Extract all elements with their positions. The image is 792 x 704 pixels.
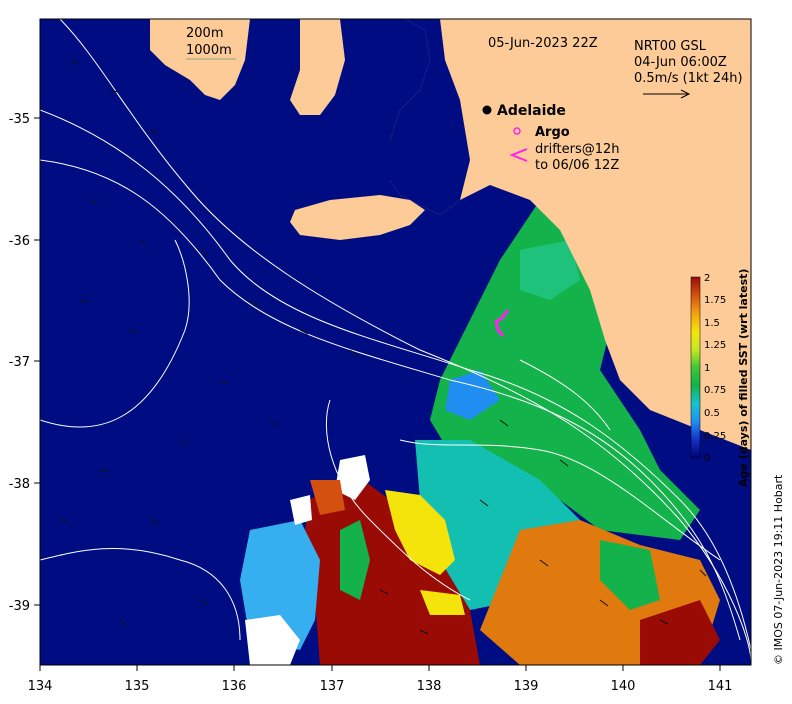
y-tick-label: -38: [9, 477, 30, 492]
colorbar-tick: 0.25: [704, 431, 726, 442]
colorbar-label: Age (days) of filled SST (wrt latest): [737, 269, 750, 487]
x-tick-label: 136: [222, 679, 247, 694]
colorbar-scale: [690, 276, 701, 459]
product-line1: NRT00 GSL: [634, 39, 707, 54]
map-svg: 134 135 136 137 138 139 140 141 -35 -36 …: [9, 18, 785, 694]
map-plot: [40, 19, 751, 665]
x-tick-label: 138: [417, 679, 442, 694]
colorbar-tick: 0.5: [704, 408, 720, 419]
colorbar-tick: 1.25: [704, 340, 726, 351]
colorbar-tick: 1.75: [704, 295, 726, 306]
x-tick-label: 135: [125, 679, 150, 694]
product-line2: 04-Jun 06:00Z: [634, 55, 727, 70]
x-axis: 134 135 136 137 138 139 140 141: [28, 665, 733, 694]
y-tick-label: -35: [9, 112, 30, 127]
product-line3: 0.5m/s (1kt 24h): [634, 71, 743, 86]
x-tick-label: 137: [320, 679, 345, 694]
adelaide-marker-icon: [482, 105, 492, 115]
y-axis: -35 -36 -37 -38 -39: [9, 112, 40, 614]
x-tick-label: 139: [514, 679, 539, 694]
drifter-label-1: drifters@12h: [535, 142, 620, 157]
isobath-200m-label: 200m: [186, 26, 223, 41]
y-tick-label: -37: [9, 355, 30, 370]
y-tick-label: -39: [9, 599, 30, 614]
colorbar-tick: 2: [704, 273, 710, 284]
x-tick-label: 141: [708, 679, 733, 694]
x-tick-label: 134: [28, 679, 53, 694]
y-tick-label: -36: [9, 234, 30, 249]
colorbar-tick: 1: [704, 363, 710, 374]
isobath-1000m-label: 1000m: [186, 43, 232, 58]
colorbar-tick: 1.5: [704, 318, 720, 329]
colorbar-tick: 0.75: [704, 385, 726, 396]
drifter-label-2: to 06/06 12Z: [535, 158, 619, 173]
credit-label: © IMOS 07-Jun-2023 19:11 Hobart: [772, 474, 785, 665]
date-label: 05-Jun-2023 22Z: [488, 36, 598, 51]
map-figure: 134 135 136 137 138 139 140 141 -35 -36 …: [0, 0, 792, 700]
colorbar-tick: 0: [704, 453, 710, 464]
city-label: Adelaide: [497, 103, 566, 119]
argo-label: Argo: [535, 125, 570, 140]
x-tick-label: 140: [611, 679, 636, 694]
